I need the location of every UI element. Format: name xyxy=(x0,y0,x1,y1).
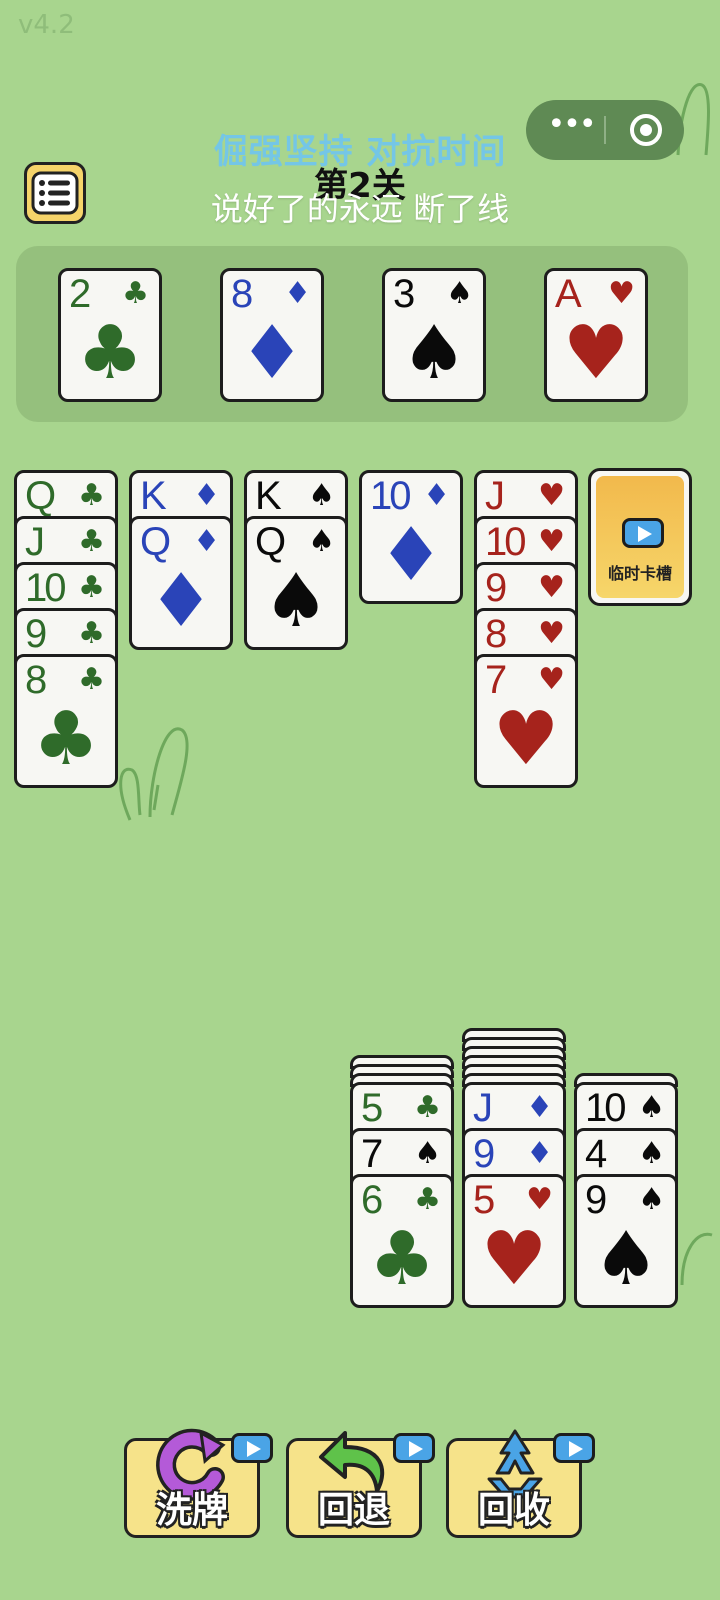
diamond-icon: ♦ xyxy=(377,512,445,598)
card-5-heart[interactable]: 5 ♥ ♥ xyxy=(462,1174,566,1308)
club-icon: ♣ xyxy=(32,696,100,782)
undo-button[interactable]: 回退 xyxy=(286,1431,435,1538)
card-3-spade[interactable]: 3 ♠ ♠ xyxy=(382,268,486,402)
play-video-icon xyxy=(231,1433,273,1463)
club-icon: ♣ xyxy=(368,1216,436,1302)
diamond-icon: ♦ xyxy=(423,478,450,513)
target-icon[interactable] xyxy=(630,114,662,146)
diamond-icon: ♦ xyxy=(526,1090,553,1125)
spade-icon: ♠ xyxy=(400,310,468,396)
card-2-club[interactable]: 2 ♣ ♣ xyxy=(58,268,162,402)
card-9-spade[interactable]: 9 ♠ ♠ xyxy=(574,1174,678,1308)
spade-icon: ♠ xyxy=(638,1090,665,1125)
heart-icon: ♥ xyxy=(538,662,565,697)
club-icon: ♣ xyxy=(78,478,105,513)
club-icon: ♣ xyxy=(414,1090,441,1125)
play-video-icon xyxy=(553,1433,595,1463)
temp-card-slot[interactable]: 临时卡槽 xyxy=(588,468,692,606)
shuffle-label: 洗牌 xyxy=(155,1490,228,1531)
heart-icon: ♥ xyxy=(608,276,635,311)
grass-decoration xyxy=(119,727,189,821)
card-8-club[interactable]: 8 ♣ ♣ xyxy=(14,654,118,788)
diamond-icon: ♦ xyxy=(238,310,306,396)
spade-icon: ♠ xyxy=(638,1182,665,1217)
song-subtitle: 说好了的永远 断了线 xyxy=(210,190,510,228)
temp-slot-label: 临时卡槽 xyxy=(607,564,672,583)
shuffle-button[interactable]: 洗牌 xyxy=(124,1428,273,1538)
heart-icon: ♥ xyxy=(538,478,565,513)
club-icon: ♣ xyxy=(78,616,105,651)
spade-icon: ♠ xyxy=(638,1136,665,1171)
club-icon: ♣ xyxy=(78,662,105,697)
club-icon: ♣ xyxy=(78,524,105,559)
spade-icon: ♠ xyxy=(446,276,473,311)
diamond-icon: ♦ xyxy=(193,524,220,559)
card-8-diamond[interactable]: 8 ♦ ♦ xyxy=(220,268,324,402)
club-icon: ♣ xyxy=(76,310,144,396)
heart-icon: ♥ xyxy=(492,696,560,782)
card-6-club[interactable]: 6 ♣ ♣ xyxy=(350,1174,454,1308)
capsule-divider xyxy=(604,116,606,144)
diamond-icon: ♦ xyxy=(147,558,215,644)
menu-button[interactable] xyxy=(24,162,86,224)
miniprogram-capsule: ••• xyxy=(526,100,684,160)
spade-icon: ♠ xyxy=(262,558,330,644)
temp-slot-inner: 临时卡槽 xyxy=(596,476,684,598)
heart-icon: ♥ xyxy=(538,570,565,605)
club-icon: ♣ xyxy=(414,1182,441,1217)
play-video-icon xyxy=(393,1433,435,1463)
play-video-icon xyxy=(622,518,664,548)
card-7-heart[interactable]: 7 ♥ ♥ xyxy=(474,654,578,788)
card-10-diamond[interactable]: 10 ♦ ♦ xyxy=(359,470,463,604)
heart-icon: ♥ xyxy=(538,616,565,651)
recycle-label: 回收 xyxy=(477,1490,550,1531)
heart-icon: ♥ xyxy=(526,1182,553,1217)
card-q-diamond[interactable]: Q ♦ ♦ xyxy=(129,516,233,650)
heart-icon: ♥ xyxy=(538,524,565,559)
undo-label: 回退 xyxy=(317,1490,390,1531)
club-icon: ♣ xyxy=(78,570,105,605)
recycle-button[interactable]: 回收 xyxy=(446,1429,595,1538)
club-icon: ♣ xyxy=(122,276,149,311)
card-q-spade[interactable]: Q ♠ ♠ xyxy=(244,516,348,650)
grass-decoration xyxy=(680,1232,713,1286)
diamond-icon: ♦ xyxy=(526,1136,553,1171)
list-menu-icon xyxy=(31,171,79,215)
spade-icon: ♠ xyxy=(308,524,335,559)
more-dots-icon[interactable]: ••• xyxy=(546,110,596,146)
spade-icon: ♠ xyxy=(414,1136,441,1171)
card-a-heart[interactable]: A ♥ ♥ xyxy=(544,268,648,402)
version-label: v4.2 xyxy=(18,10,75,40)
heart-icon: ♥ xyxy=(480,1216,548,1302)
diamond-icon: ♦ xyxy=(284,276,311,311)
diamond-icon: ♦ xyxy=(193,478,220,513)
spade-icon: ♠ xyxy=(308,478,335,513)
heart-icon: ♥ xyxy=(562,310,630,396)
spade-icon: ♠ xyxy=(592,1216,660,1302)
